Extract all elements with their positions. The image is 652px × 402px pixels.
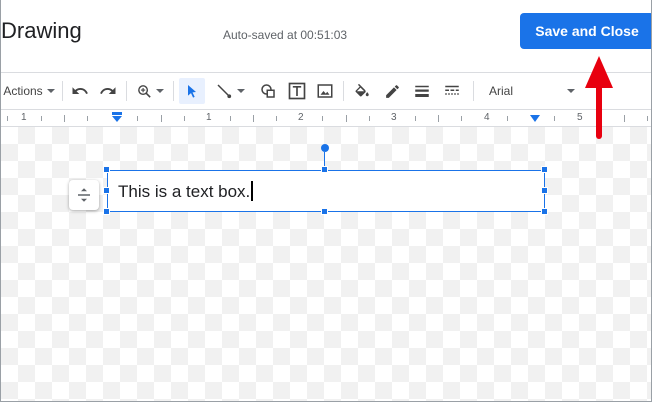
toolbar: Actions Arial bbox=[1, 72, 651, 110]
resize-handle-bottom-right[interactable] bbox=[541, 208, 548, 215]
fill-color-button[interactable] bbox=[349, 73, 375, 109]
resize-handle-top-left[interactable] bbox=[103, 166, 110, 173]
zoom-menu[interactable] bbox=[132, 73, 168, 109]
font-select-value: Arial bbox=[489, 84, 514, 98]
shape-icon bbox=[261, 84, 275, 98]
drawing-dialog: Drawing Auto-saved at 00:51:03 Save and … bbox=[0, 0, 652, 402]
image-tool-button[interactable] bbox=[312, 73, 338, 109]
chevron-down-icon bbox=[46, 89, 55, 93]
horizontal-ruler: 1 1 2 3 4 5 bbox=[1, 111, 651, 127]
select-tool-button[interactable] bbox=[179, 78, 205, 104]
zoom-icon bbox=[138, 84, 151, 98]
actions-menu-label: Actions bbox=[3, 84, 43, 98]
text-box-text: This is a text box. bbox=[118, 182, 251, 201]
line-icon bbox=[217, 84, 232, 99]
chevron-down-icon bbox=[237, 89, 245, 93]
toolbar-divider bbox=[173, 81, 174, 101]
line-tool-button[interactable] bbox=[208, 73, 252, 109]
resize-handle-top[interactable] bbox=[321, 166, 328, 173]
font-select[interactable]: Arial bbox=[479, 73, 583, 109]
left-indent-marker[interactable] bbox=[111, 112, 123, 124]
toolbar-divider bbox=[62, 81, 63, 101]
border-color-icon bbox=[385, 84, 399, 98]
resize-handle-bottom-left[interactable] bbox=[103, 208, 110, 215]
dialog-title: Drawing bbox=[1, 18, 82, 43]
text-cursor bbox=[251, 181, 254, 201]
ruler-number: 1 bbox=[21, 112, 27, 123]
chevron-down-icon bbox=[156, 89, 164, 93]
textbox-icon bbox=[288, 82, 306, 100]
shape-tool-button[interactable] bbox=[255, 73, 281, 109]
vertical-align-button[interactable] bbox=[69, 180, 99, 210]
border-dash-icon bbox=[445, 85, 459, 95]
rotation-handle[interactable] bbox=[321, 144, 329, 152]
redo-button[interactable] bbox=[95, 73, 121, 109]
toolbar-divider bbox=[126, 81, 127, 101]
autosave-status: Auto-saved at 00:51:03 bbox=[223, 28, 348, 42]
toolbar-divider bbox=[343, 81, 344, 101]
redo-icon bbox=[100, 87, 116, 94]
save-and-close-button[interactable]: Save and Close bbox=[520, 13, 651, 49]
border-weight-button[interactable] bbox=[409, 73, 435, 109]
text-box[interactable]: This is a text box. bbox=[107, 170, 545, 212]
ruler-number: 1 bbox=[206, 112, 212, 123]
textbox-tool-button[interactable] bbox=[284, 73, 310, 109]
ruler-number: 3 bbox=[391, 112, 397, 123]
fill-color-icon bbox=[355, 83, 369, 97]
resize-handle-right[interactable] bbox=[541, 187, 548, 194]
actions-menu[interactable]: Actions bbox=[1, 73, 57, 109]
image-icon bbox=[317, 84, 333, 98]
chevron-down-icon bbox=[567, 89, 575, 93]
header-bar: Drawing Auto-saved at 00:51:03 Save and … bbox=[1, 0, 651, 72]
annotation-arrow-icon bbox=[585, 56, 613, 139]
vertical-align-icon bbox=[78, 188, 90, 202]
undo-icon bbox=[72, 87, 88, 94]
border-dash-button[interactable] bbox=[439, 73, 465, 109]
resize-handle-bottom[interactable] bbox=[321, 208, 328, 215]
text-box-content[interactable]: This is a text box. bbox=[118, 181, 254, 202]
right-indent-marker[interactable] bbox=[529, 114, 541, 124]
resize-handle-top-right[interactable] bbox=[541, 166, 548, 173]
toolbar-divider bbox=[473, 81, 474, 101]
resize-handle-left[interactable] bbox=[103, 187, 110, 194]
ruler-number: 2 bbox=[298, 112, 304, 123]
ruler-number: 4 bbox=[484, 112, 490, 123]
border-weight-icon bbox=[415, 85, 429, 97]
border-color-button[interactable] bbox=[379, 73, 405, 109]
undo-button[interactable] bbox=[67, 73, 93, 109]
select-icon bbox=[188, 85, 196, 98]
